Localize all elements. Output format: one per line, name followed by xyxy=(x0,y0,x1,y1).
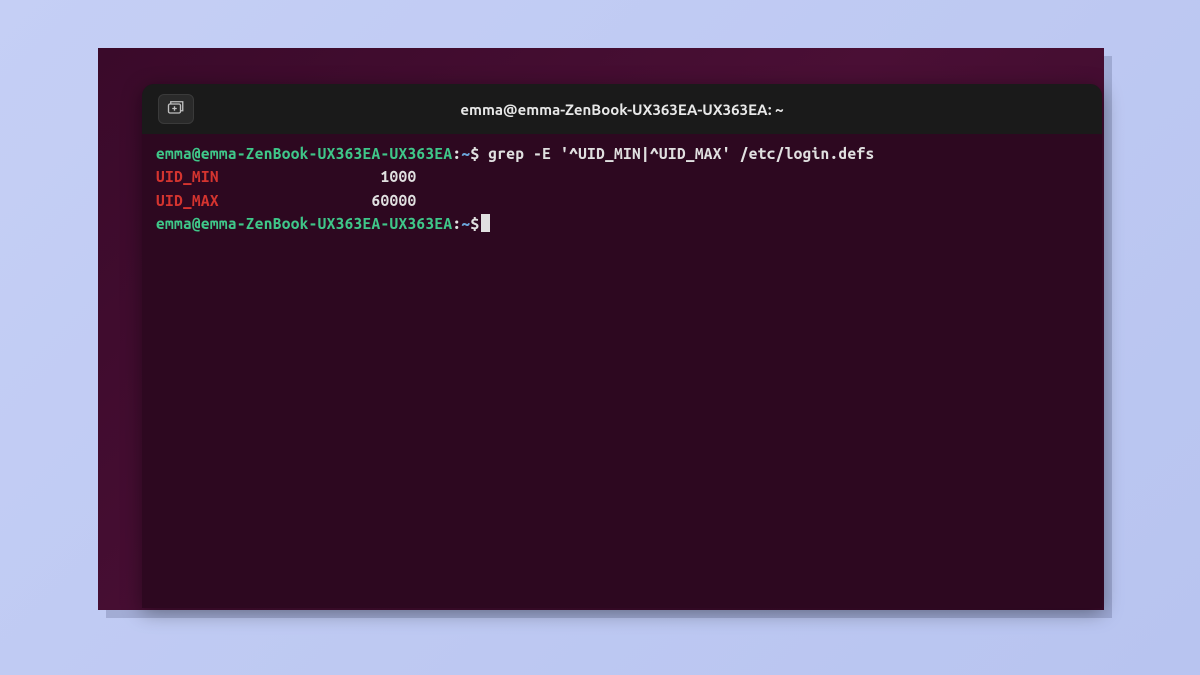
match-key-uid-min: UID_MIN xyxy=(156,168,219,185)
command-text: grep -E '^UID_MIN|^UID_MAX' /etc/login.d… xyxy=(479,145,874,162)
prompt-separator: : xyxy=(452,145,461,162)
new-tab-button[interactable] xyxy=(158,94,194,124)
cursor-icon xyxy=(481,214,490,232)
desktop-background: emma@emma-ZenBook-UX363EA-UX363EA: ~ emm… xyxy=(98,48,1104,610)
output-line-1: UID_MIN 1000 xyxy=(156,165,1088,188)
new-tab-icon xyxy=(167,99,185,119)
prompt-symbol-2: $ xyxy=(470,215,479,232)
match-val-uid-min: 1000 xyxy=(219,168,417,185)
titlebar[interactable]: emma@emma-ZenBook-UX363EA-UX363EA: ~ xyxy=(142,84,1102,134)
prompt-path-2: ~ xyxy=(461,215,470,232)
prompt-separator-2: : xyxy=(452,215,461,232)
prompt-user-host: emma@emma-ZenBook-UX363EA-UX363EA xyxy=(156,145,452,162)
terminal-line-prompt: emma@emma-ZenBook-UX363EA-UX363EA:~$ xyxy=(156,212,1088,235)
prompt-user-host-2: emma@emma-ZenBook-UX363EA-UX363EA xyxy=(156,215,452,232)
terminal-line-command: emma@emma-ZenBook-UX363EA-UX363EA:~$ gre… xyxy=(156,142,1088,165)
terminal-window: emma@emma-ZenBook-UX363EA-UX363EA: ~ emm… xyxy=(142,84,1102,608)
match-key-uid-max: UID_MAX xyxy=(156,192,219,209)
terminal-content[interactable]: emma@emma-ZenBook-UX363EA-UX363EA:~$ gre… xyxy=(142,134,1102,243)
output-line-2: UID_MAX 60000 xyxy=(156,189,1088,212)
prompt-path: ~ xyxy=(461,145,470,162)
prompt-symbol: $ xyxy=(470,145,479,162)
window-title: emma@emma-ZenBook-UX363EA-UX363EA: ~ xyxy=(460,101,783,118)
match-val-uid-max: 60000 xyxy=(219,192,417,209)
